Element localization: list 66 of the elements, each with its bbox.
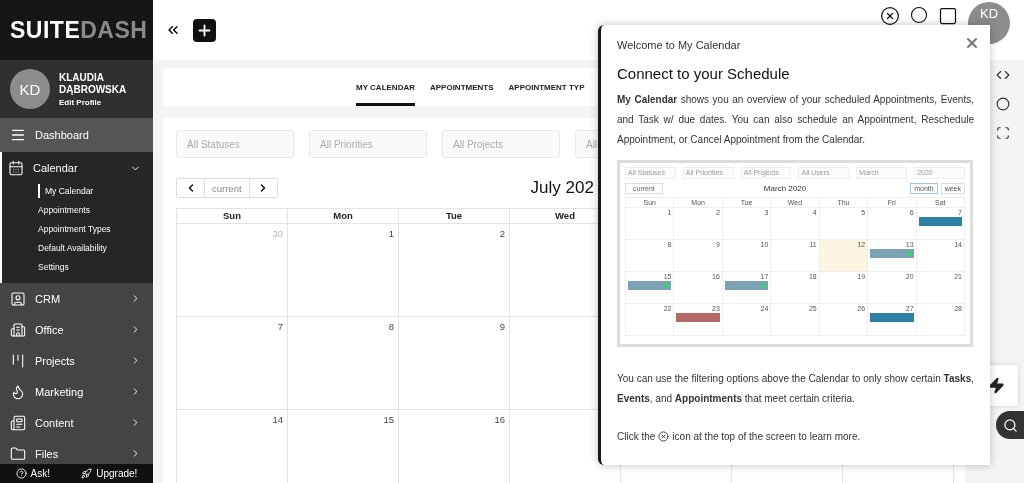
weekday-header: Sun xyxy=(177,209,288,224)
search-button[interactable] xyxy=(996,411,1024,439)
help-text: icon at the top of the screen to learn more. xyxy=(672,431,861,442)
menu-item-icon xyxy=(8,160,24,176)
help-icon xyxy=(15,468,27,479)
submenu-item[interactable]: Default Availability xyxy=(38,241,153,255)
menu-item[interactable]: Marketing xyxy=(0,376,153,407)
day-cell[interactable]: 8 xyxy=(288,317,399,410)
menu-item[interactable]: Office xyxy=(0,314,153,345)
menu-item[interactable]: Calendar xyxy=(2,152,153,184)
filter-paragraph: You can use the filtering options above the Calendar to only show certain Tasks, Events, and Appointments that meet certain criteria. xyxy=(617,372,974,406)
dashboard-link[interactable]: Dashboard xyxy=(0,118,153,152)
day-cell[interactable]: 2 xyxy=(399,224,510,317)
user-name: KLAUDIA DĄBROWSKA xyxy=(59,71,128,96)
close-circle-icon[interactable] xyxy=(880,6,900,26)
day-cell[interactable]: 16 xyxy=(399,410,510,483)
filter-field[interactable]: All Statuses xyxy=(176,130,294,158)
intro-paragraph: My Calendar shows you an overview of your scheduled Appointments, Events, and Task w/ due dates. You can also schedule an Appointment, Reschedule Appointment, or Cancel Appointment from the Calendar. xyxy=(617,93,974,147)
menu-item[interactable]: Files xyxy=(0,438,153,464)
menu-item[interactable]: Projects xyxy=(0,345,153,376)
circle-icon[interactable] xyxy=(910,6,928,24)
ask-link[interactable]: Ask! xyxy=(15,468,51,479)
calendar-title: July 202 xyxy=(530,178,594,198)
menu-item-icon xyxy=(10,445,26,462)
menu-icon xyxy=(10,127,26,143)
filter-field[interactable]: All Priorities xyxy=(309,130,427,158)
day-cell[interactable]: 7 xyxy=(177,317,288,410)
tab[interactable]: APPOINTMENTS xyxy=(429,68,494,106)
avatar: KD xyxy=(10,69,50,109)
weekday-header: Mon xyxy=(288,209,399,224)
menu-item-icon xyxy=(10,383,26,400)
dialog-kicker: Welcome to My Calendar xyxy=(617,39,742,51)
submenu-item[interactable]: Appointments xyxy=(38,203,153,217)
submenu-item[interactable]: My Calendar xyxy=(38,184,153,198)
menu-item[interactable]: CRM xyxy=(0,283,153,314)
search-icon xyxy=(1002,417,1018,433)
day-cell[interactable]: 1 xyxy=(288,224,399,317)
square-icon[interactable] xyxy=(938,6,958,26)
close-circle-icon xyxy=(658,431,670,442)
menu-item-icon xyxy=(10,414,26,431)
dialog-title: Connect to your Schedule xyxy=(617,65,791,82)
rocket-icon xyxy=(81,468,93,479)
help-text: Click the xyxy=(617,431,656,442)
weekday-header: Tue xyxy=(399,209,510,224)
tab[interactable]: MY CALENDAR xyxy=(356,68,415,106)
menu-item-icon xyxy=(10,321,26,338)
tab[interactable]: APPOINTMENT TYP xyxy=(508,68,585,106)
frame-icon[interactable] xyxy=(996,126,1010,140)
edit-profile-link[interactable]: Edit Profile xyxy=(59,97,153,107)
add-button[interactable] xyxy=(193,18,216,42)
day-cell[interactable]: 15 xyxy=(288,410,399,483)
day-cell[interactable]: 9 xyxy=(399,317,510,410)
menu-item-icon xyxy=(10,290,26,307)
current-button[interactable]: current xyxy=(204,179,250,197)
submenu-item[interactable]: Settings xyxy=(38,260,153,274)
upgrade-link[interactable]: Upgrade! xyxy=(81,468,138,479)
day-cell[interactable]: 14 xyxy=(177,410,288,483)
close-button[interactable] xyxy=(964,35,980,51)
filter-field[interactable]: All Projects xyxy=(442,130,560,158)
menu-item[interactable]: Content xyxy=(0,407,153,438)
preview-title: March 2020 xyxy=(762,183,808,193)
menu-item-icon xyxy=(10,352,26,369)
code-icon[interactable] xyxy=(996,68,1010,82)
submenu-item[interactable]: Appointment Types xyxy=(38,222,153,236)
logo: SUITEDASH xyxy=(0,0,153,60)
circle-icon[interactable] xyxy=(996,97,1010,111)
